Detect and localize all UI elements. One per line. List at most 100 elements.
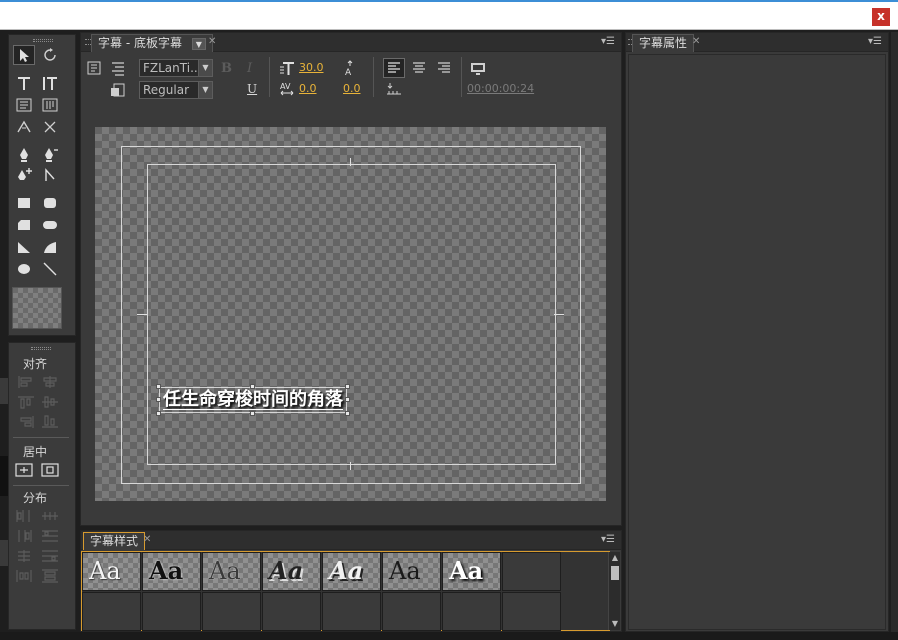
- tab-stops-icon[interactable]: [107, 58, 129, 78]
- resize-handle[interactable]: [156, 397, 161, 402]
- pen-tool-icon[interactable]: [13, 145, 35, 165]
- templates-icon[interactable]: [107, 80, 129, 100]
- distribute-top-icon[interactable]: [41, 529, 59, 543]
- roll-crawl-options-icon[interactable]: [83, 58, 105, 78]
- style-swatch-empty[interactable]: [502, 552, 561, 591]
- path-type-tool-icon[interactable]: [13, 117, 35, 137]
- rounded-corner-rectangle-tool-icon[interactable]: [39, 215, 61, 235]
- distribute-bottom-icon[interactable]: [41, 549, 59, 563]
- panel-grip[interactable]: [33, 39, 53, 42]
- align-right-icon[interactable]: [17, 415, 35, 429]
- center-text-icon[interactable]: [408, 58, 430, 78]
- kerning-value[interactable]: 0.0: [299, 82, 317, 95]
- resize-handle[interactable]: [156, 384, 161, 389]
- close-button[interactable]: x: [872, 8, 890, 26]
- align-left-icon[interactable]: [17, 375, 35, 389]
- scroll-down-icon[interactable]: ▼: [610, 619, 620, 629]
- convert-anchor-point-tool-icon[interactable]: [39, 165, 61, 185]
- style-swatch[interactable]: Aa: [142, 552, 201, 591]
- vertical-path-type-tool-icon[interactable]: [39, 117, 61, 137]
- style-swatch-empty[interactable]: [322, 592, 381, 631]
- delete-anchor-point-tool-icon[interactable]: [39, 145, 61, 165]
- tab-title-styles[interactable]: 字幕样式: [83, 532, 146, 550]
- vertical-area-type-tool-icon[interactable]: [39, 95, 61, 115]
- resize-handle[interactable]: [345, 411, 350, 416]
- resize-handle[interactable]: [345, 397, 350, 402]
- tab-title-properties[interactable]: 字幕属性: [632, 34, 695, 52]
- font-family-select[interactable]: FZLanTi... ▼: [139, 59, 213, 77]
- title-text-object[interactable]: 任生命穿梭时间的角落: [156, 384, 350, 416]
- distribute-right-icon[interactable]: [15, 529, 33, 543]
- resize-handle[interactable]: [250, 384, 255, 389]
- title-dropdown-icon[interactable]: ▼: [191, 37, 206, 50]
- align-vertical-center-icon[interactable]: [41, 375, 59, 389]
- align-right-text-icon[interactable]: [433, 58, 455, 78]
- resize-handle[interactable]: [156, 411, 161, 416]
- scroll-thumb[interactable]: [611, 566, 619, 580]
- scroll-up-icon[interactable]: ▲: [610, 553, 620, 563]
- distribute-vertical-spacing-icon[interactable]: [41, 569, 59, 583]
- style-swatch[interactable]: Aa: [262, 552, 321, 591]
- show-background-video-icon[interactable]: [467, 58, 489, 78]
- vertical-type-tool-icon[interactable]: [39, 73, 61, 93]
- panel-menu-icon[interactable]: ▾☰: [601, 36, 615, 47]
- leading-value[interactable]: 0.0: [343, 82, 361, 95]
- resize-handle[interactable]: [345, 384, 350, 389]
- style-swatch[interactable]: Aa: [82, 552, 141, 591]
- style-swatch-empty[interactable]: [262, 592, 321, 631]
- left-edge-panel-fragment: [0, 456, 8, 496]
- add-anchor-point-tool-icon[interactable]: [13, 165, 35, 185]
- ellipse-tool-icon[interactable]: [13, 259, 35, 279]
- styles-scrollbar[interactable]: ▲ ▼: [608, 552, 620, 630]
- center-tick-left: [137, 314, 147, 315]
- style-swatch-empty[interactable]: [202, 592, 261, 631]
- distribute-center-icon[interactable]: [41, 509, 59, 523]
- tab-stop-ruler-icon[interactable]: [383, 79, 405, 99]
- type-tool-icon[interactable]: [13, 73, 35, 93]
- arc-tool-icon[interactable]: [39, 237, 61, 257]
- style-swatch-empty[interactable]: [442, 592, 501, 631]
- center-vertical-icon[interactable]: [41, 463, 59, 477]
- line-tool-icon[interactable]: [39, 259, 61, 279]
- background-timecode[interactable]: 00:00:00:24: [467, 82, 534, 95]
- font-size-value[interactable]: 30.0: [299, 61, 324, 74]
- rectangle-tool-icon[interactable]: [13, 193, 35, 213]
- italic-button[interactable]: I: [247, 61, 252, 76]
- area-type-tool-icon[interactable]: [13, 95, 35, 115]
- style-swatch[interactable]: Aa: [382, 552, 441, 591]
- clipped-corner-rectangle-tool-icon[interactable]: [13, 215, 35, 235]
- distribute-vertical-center-icon[interactable]: [15, 549, 33, 563]
- bold-button[interactable]: B: [221, 61, 232, 76]
- wedge-tool-icon[interactable]: [13, 237, 35, 257]
- align-top-icon[interactable]: [17, 395, 35, 409]
- style-swatch-empty[interactable]: [382, 592, 441, 631]
- style-swatch-empty[interactable]: [502, 592, 561, 631]
- underline-button[interactable]: U: [247, 82, 257, 96]
- distribute-horizontal-spacing-icon[interactable]: [15, 569, 33, 583]
- style-swatch-empty[interactable]: [82, 592, 141, 631]
- selection-tool-icon[interactable]: [13, 45, 35, 65]
- title-canvas[interactable]: 任生命穿梭时间的角落: [95, 127, 606, 501]
- align-left-text-icon[interactable]: [383, 58, 405, 78]
- close-tab-icon[interactable]: ✕: [208, 36, 216, 47]
- leading-icon: A: [339, 58, 361, 78]
- align-bottom-icon[interactable]: [41, 415, 59, 429]
- tab-title-designer[interactable]: 字幕 - 底板字幕 ▼: [91, 34, 213, 52]
- title-designer-panel: 字幕 - 底板字幕 ▼ ✕ ▾☰ FZLanTi... ▼ Regular ▼ …: [80, 32, 622, 526]
- panel-grip[interactable]: [31, 347, 51, 350]
- style-swatch-empty[interactable]: [142, 592, 201, 631]
- resize-handle[interactable]: [250, 411, 255, 416]
- style-swatch[interactable]: Aa: [322, 552, 381, 591]
- close-tab-icon[interactable]: ✕: [692, 36, 700, 47]
- style-swatch[interactable]: Aa: [442, 552, 501, 591]
- font-style-select[interactable]: Regular ▼: [139, 81, 213, 99]
- align-horizontal-center-icon[interactable]: [41, 395, 59, 409]
- panel-menu-icon[interactable]: ▾☰: [868, 36, 882, 47]
- rotation-tool-icon[interactable]: [39, 45, 61, 65]
- center-horizontal-icon[interactable]: [15, 463, 33, 477]
- rounded-rectangle-tool-icon[interactable]: [39, 193, 61, 213]
- close-tab-icon[interactable]: ✕: [143, 534, 151, 545]
- panel-menu-icon[interactable]: ▾☰: [601, 534, 615, 545]
- distribute-left-icon[interactable]: [15, 509, 33, 523]
- style-swatch[interactable]: Aa: [202, 552, 261, 591]
